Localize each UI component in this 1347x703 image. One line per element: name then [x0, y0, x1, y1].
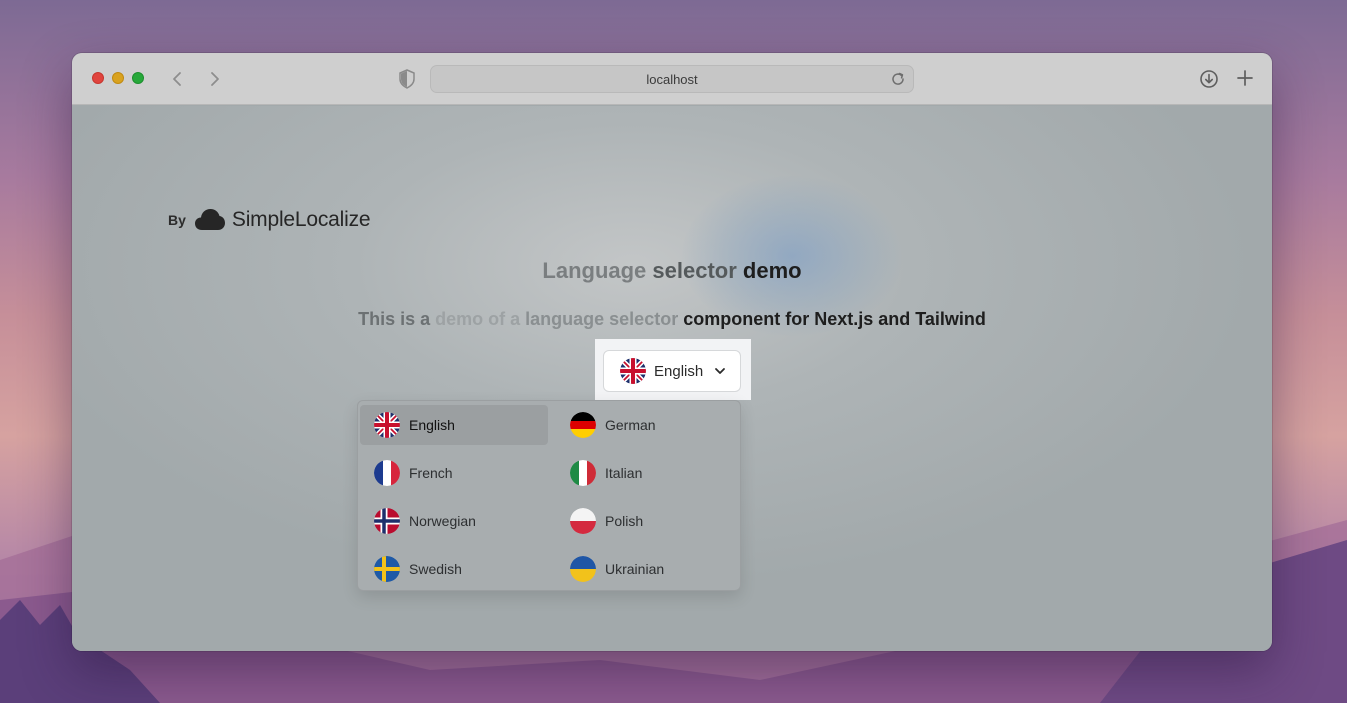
brand-name: SimpleLocalize — [231, 208, 371, 231]
subtitle-part: This is a — [358, 309, 436, 329]
language-option-french[interactable]: French — [360, 453, 548, 493]
privacy-shield-icon[interactable] — [398, 69, 416, 89]
language-option-label: Ukrainian — [605, 561, 665, 577]
forward-button[interactable] — [202, 67, 226, 91]
norway-flag-icon — [374, 508, 400, 534]
browser-toolbar: localhost — [72, 53, 1272, 105]
language-option-norwegian[interactable]: Norwegian — [360, 501, 548, 541]
language-option-italian[interactable]: Italian — [556, 453, 744, 493]
language-dropdown: English German French Italian Norwegian … — [357, 400, 741, 591]
title-part: selector — [646, 258, 737, 283]
italy-flag-icon — [570, 460, 596, 486]
language-option-german[interactable]: German — [556, 405, 744, 445]
title-part: Language — [542, 258, 647, 283]
language-option-label: French — [409, 465, 453, 481]
language-option-label: Swedish — [409, 561, 462, 577]
subtitle-part: language selector — [525, 309, 684, 329]
language-option-ukrainian[interactable]: Ukrainian — [556, 549, 744, 589]
uk-flag-icon — [620, 358, 646, 384]
url-text: localhost — [646, 72, 698, 87]
uk-flag-icon — [374, 412, 400, 438]
language-option-swedish[interactable]: Swedish — [360, 549, 548, 589]
subtitle-part: demo of a — [435, 309, 526, 329]
page-content: By SimpleLocalize Language selector demo… — [72, 106, 1272, 651]
back-button[interactable] — [166, 67, 190, 91]
chevron-down-icon — [715, 368, 726, 374]
language-option-polish[interactable]: Polish — [556, 501, 744, 541]
language-option-english[interactable]: English — [360, 405, 548, 445]
reload-icon[interactable] — [889, 70, 907, 88]
france-flag-icon — [374, 460, 400, 486]
close-window-button[interactable] — [92, 72, 104, 84]
chevron-left-icon — [173, 72, 181, 86]
minimize-window-button[interactable] — [112, 72, 124, 84]
zoom-window-button[interactable] — [132, 72, 144, 84]
plus-icon[interactable] — [1234, 67, 1256, 89]
title-part: demo — [736, 258, 802, 283]
by-label: By — [168, 212, 186, 228]
language-selector-button[interactable]: English — [603, 350, 741, 392]
germany-flag-icon — [570, 412, 596, 438]
address-bar[interactable]: localhost — [430, 65, 914, 93]
page-title: Language selector demo — [72, 258, 1272, 284]
subtitle-part: component for Next.js and Tailwind — [683, 309, 986, 329]
language-option-label: English — [409, 417, 455, 433]
download-icon[interactable] — [1198, 68, 1220, 90]
ukraine-flag-icon — [570, 556, 596, 582]
chevron-right-icon — [211, 72, 219, 86]
language-option-label: Polish — [605, 513, 644, 529]
page-subtitle: This is a demo of a language selector co… — [72, 309, 1272, 330]
language-option-label: German — [605, 417, 656, 433]
poland-flag-icon — [570, 508, 596, 534]
sweden-flag-icon — [374, 556, 400, 582]
language-option-label: Italian — [605, 465, 643, 481]
browser-window: localhost By SimpleLocalize Language sel… — [72, 53, 1272, 651]
brand-header[interactable]: By SimpleLocalize — [168, 204, 371, 236]
cloud-logo-icon — [194, 209, 225, 230]
selected-language-label: English — [654, 362, 704, 380]
language-option-label: Norwegian — [409, 513, 476, 529]
